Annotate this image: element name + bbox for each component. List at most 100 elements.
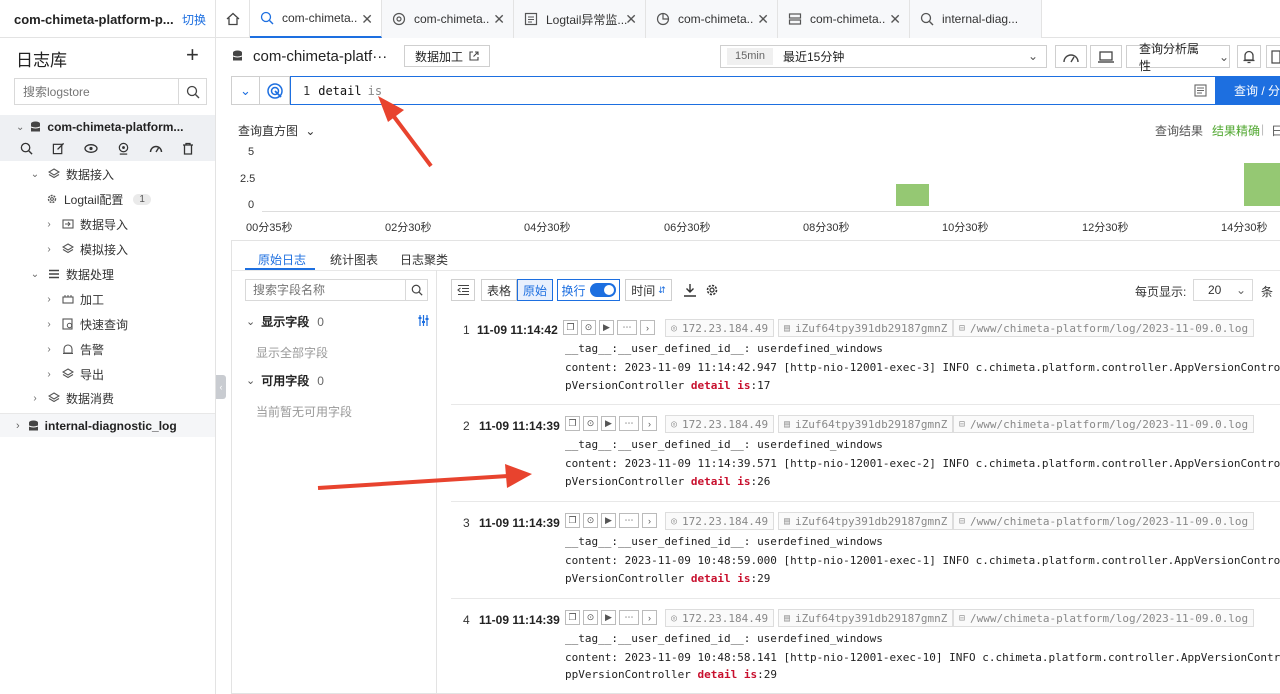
tab-logstore-5[interactable]: com-chimeta... ✕ — [778, 0, 910, 38]
histogram-bar[interactable] — [1244, 162, 1280, 206]
tree-data-consume[interactable]: › 数据消费 — [30, 387, 114, 409]
host-tag[interactable]: ▤ iZuf64tpy391db29187gmnZ — [778, 512, 954, 530]
close-icon[interactable]: ✕ — [625, 11, 637, 28]
settings-sliders-icon[interactable] — [417, 314, 430, 327]
more-icon[interactable]: ⋯ — [619, 416, 639, 431]
path-tag[interactable]: ⊟ /www/chimeta-platform/log/2023-11-09.0.… — [953, 319, 1255, 337]
per-page-select[interactable]: 20 ⌄ — [1193, 279, 1253, 301]
refresh-speed-button[interactable] — [1055, 45, 1087, 68]
copy-icon[interactable]: ❐ — [563, 320, 578, 335]
search-submit-button[interactable]: 查询 / 分 — [1216, 76, 1280, 105]
tree-data-import[interactable]: › 数据导入 — [44, 213, 128, 235]
chevron-right-icon[interactable]: › — [640, 320, 655, 335]
path-tag[interactable]: ⊟ /www/chimeta-platform/log/2023-11-09.0.… — [953, 609, 1255, 627]
wrap-toggle[interactable]: 换行 — [557, 279, 620, 301]
search-button[interactable] — [405, 280, 427, 300]
edit-icon[interactable] — [52, 142, 65, 158]
location-icon[interactable] — [117, 142, 130, 158]
eye-icon[interactable] — [84, 142, 98, 158]
chevron-down-icon[interactable]: ⌄ — [16, 122, 24, 133]
chevron-right-icon[interactable]: › — [642, 416, 657, 431]
tree-quick-query[interactable]: › 快速查询 — [44, 313, 128, 335]
more-icon[interactable]: ⋯ — [617, 320, 637, 335]
gear-icon[interactable] — [705, 283, 719, 297]
tree-alert[interactable]: › 告警 — [44, 338, 104, 360]
ip-tag[interactable]: ◎ 172.23.184.49 — [665, 319, 775, 337]
logstore-search-input[interactable] — [15, 79, 178, 104]
more-icon[interactable]: ⋯ — [619, 513, 639, 528]
field-search-input[interactable] — [246, 280, 405, 300]
device-button[interactable] — [1090, 45, 1122, 68]
notification-button[interactable] — [1237, 45, 1261, 68]
tree-logtail-config[interactable]: Logtail配置 1 — [38, 188, 151, 210]
close-icon[interactable]: ✕ — [757, 11, 769, 28]
search-button[interactable] — [178, 79, 206, 104]
path-tag[interactable]: ⊟ /www/chimeta-platform/log/2023-11-09.0.… — [953, 415, 1255, 433]
download-icon[interactable] — [683, 283, 697, 297]
view-raw-button[interactable]: 原始 — [517, 279, 553, 301]
query-mode-dropdown[interactable]: ⌄ — [231, 76, 260, 105]
gauge-icon[interactable] — [149, 142, 163, 158]
ip-tag[interactable]: ◎ 172.23.184.49 — [665, 609, 775, 627]
more-icon[interactable]: ⋯ — [619, 610, 639, 625]
collapse-fields-button[interactable] — [451, 279, 475, 301]
context-search-icon[interactable]: ⊙ — [583, 416, 598, 431]
available-fields-section[interactable]: ⌄ 可用字段 0 — [246, 372, 324, 389]
context-search-icon[interactable]: ⊙ — [581, 320, 596, 335]
tree-mock-ingest[interactable]: › 模拟接入 — [44, 238, 128, 260]
context-search-icon[interactable]: ⊙ — [583, 513, 598, 528]
format-icon[interactable] — [1194, 84, 1207, 97]
chevron-right-icon[interactable]: › — [16, 420, 20, 432]
host-tag[interactable]: ▤ iZuf64tpy391db29187gmnZ — [778, 415, 954, 433]
histogram-bar[interactable] — [896, 184, 929, 206]
tree-transform[interactable]: › 加工 — [44, 288, 104, 310]
close-icon[interactable]: ✕ — [889, 11, 901, 28]
tab-charts[interactable]: 统计图表 — [330, 251, 378, 268]
tab-logstore-4[interactable]: com-chimeta... ✕ — [646, 0, 778, 38]
chevron-right-icon[interactable]: › — [642, 513, 657, 528]
play-icon[interactable]: ▶ — [601, 416, 616, 431]
tree-export[interactable]: › 导出 — [44, 363, 104, 385]
tab-logstore-query[interactable]: com-chimeta... ✕ — [250, 0, 382, 38]
sidebar-collapse-handle[interactable]: ‹ — [216, 375, 226, 399]
ip-tag[interactable]: ◎ 172.23.184.49 — [665, 512, 775, 530]
query-input[interactable]: 1 detail is — [290, 76, 1216, 105]
tab-logtail-monitor[interactable]: Logtail异常监... ✕ — [514, 0, 646, 38]
search-icon[interactable] — [20, 142, 33, 158]
more-button[interactable] — [1266, 45, 1280, 68]
ip-tag[interactable]: ◎ 172.23.184.49 — [665, 415, 775, 433]
close-icon[interactable]: ✕ — [361, 11, 373, 28]
delete-icon[interactable] — [182, 142, 194, 158]
shown-fields-section[interactable]: ⌄ 显示字段 0 — [246, 313, 324, 330]
analysis-properties-button[interactable]: 查询分析属性 ⌄ — [1126, 42, 1230, 73]
saved-query-button[interactable] — [260, 76, 290, 105]
context-search-icon[interactable]: ⊙ — [583, 610, 598, 625]
switch-project-link[interactable]: 切换 — [182, 11, 206, 28]
time-range-selector[interactable]: 15min 最近15分钟 ⌄ — [720, 45, 1047, 68]
add-logstore-button[interactable]: + — [186, 42, 199, 68]
play-icon[interactable]: ▶ — [601, 513, 616, 528]
show-all-fields-link[interactable]: 显示全部字段 — [256, 344, 328, 361]
tab-log-clusters[interactable]: 日志聚类 — [400, 251, 448, 268]
path-tag[interactable]: ⊟ /www/chimeta-platform/log/2023-11-09.0.… — [953, 512, 1255, 530]
tree-data-processing[interactable]: ⌄ 数据处理 — [30, 263, 114, 285]
play-icon[interactable]: ▶ — [601, 610, 616, 625]
copy-icon[interactable]: ❐ — [565, 416, 580, 431]
host-tag[interactable]: ▤ iZuf64tpy391db29187gmnZ — [778, 319, 954, 337]
chevron-right-icon[interactable]: › — [642, 610, 657, 625]
tab-internal-diag[interactable]: internal-diag... — [910, 0, 1042, 38]
copy-icon[interactable]: ❐ — [565, 610, 580, 625]
play-icon[interactable]: ▶ — [599, 320, 614, 335]
logstore-item[interactable]: ⌄ com-chimeta-platform... — [0, 115, 215, 139]
home-tab[interactable] — [216, 0, 250, 38]
tree-data-ingest[interactable]: ⌄ 数据接入 — [30, 163, 114, 185]
data-process-button[interactable]: 数据加工 — [404, 45, 491, 67]
tab-raw-logs[interactable]: 原始日志 — [258, 251, 306, 268]
view-table-button[interactable]: 表格 — [481, 279, 517, 301]
histogram-toggle[interactable]: 查询直方图 ⌄ — [238, 122, 315, 139]
host-tag[interactable]: ▤ iZuf64tpy391db29187gmnZ — [778, 609, 954, 627]
copy-icon[interactable]: ❐ — [565, 513, 580, 528]
tab-logstore-2[interactable]: com-chimeta... ✕ — [382, 0, 514, 38]
time-sort-button[interactable]: 时间 ⇵ — [625, 279, 672, 301]
logstore-item-diagnostic[interactable]: › internal-diagnostic_log — [0, 413, 215, 437]
